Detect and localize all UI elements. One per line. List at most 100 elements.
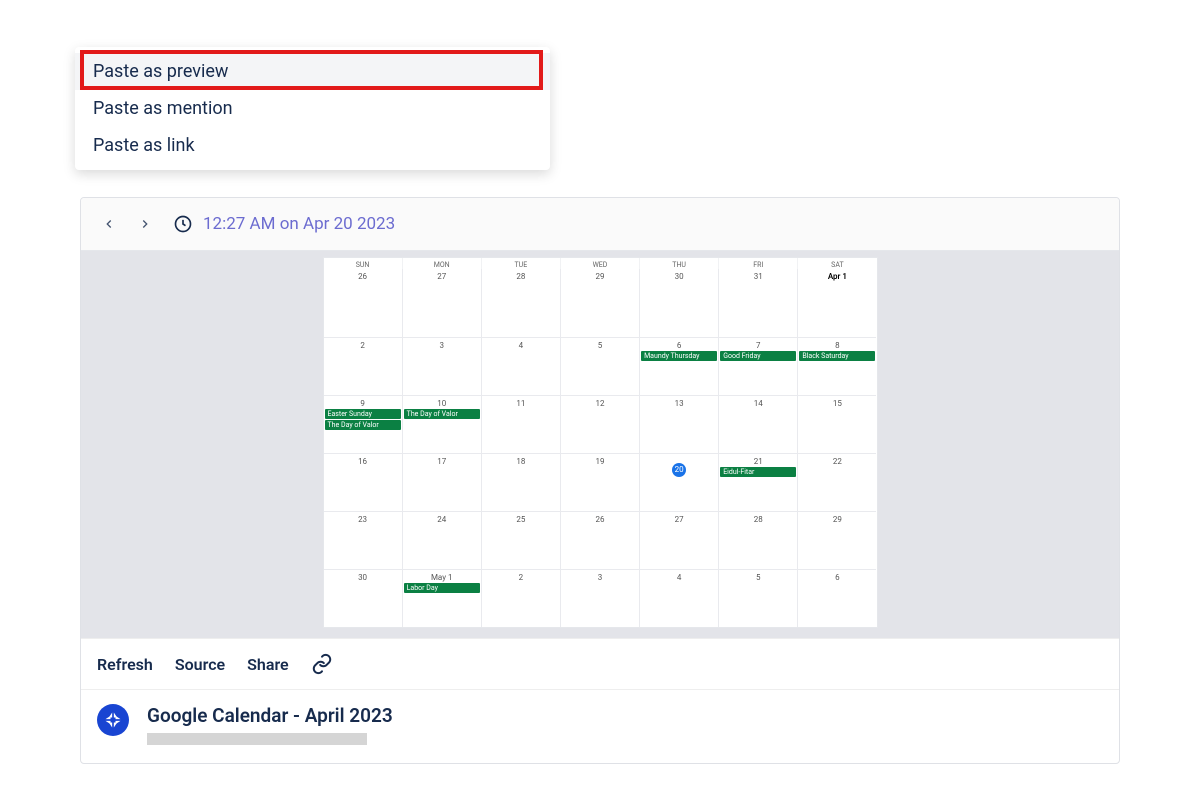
share-button[interactable]: Share [247, 655, 289, 674]
day-number: 7 [719, 341, 797, 350]
next-button[interactable] [131, 210, 159, 238]
chevron-left-icon [102, 217, 116, 231]
day-number: 25 [482, 515, 560, 524]
paste-as-preview[interactable]: Paste as preview [75, 53, 550, 90]
day-cell[interactable]: 23 [324, 511, 403, 569]
day-cell[interactable]: 27 [403, 269, 482, 337]
day-number: 5 [561, 341, 639, 350]
day-cell[interactable]: 4 [482, 337, 561, 395]
day-number: 11 [482, 399, 560, 408]
calendar-event[interactable]: Eidul-Fitar [720, 467, 796, 477]
calendar-event[interactable]: Easter Sunday [325, 409, 401, 419]
day-cell[interactable]: 29 [798, 511, 876, 569]
day-number: 14 [719, 399, 797, 408]
day-number: 30 [324, 573, 402, 582]
header-timestamp: 12:27 AM on Apr 20 2023 [203, 214, 395, 234]
source-button[interactable]: Source [175, 655, 225, 674]
copy-link-button[interactable] [311, 653, 333, 675]
day-cell[interactable]: May 1Labor Day [403, 569, 482, 627]
calendar-preview: SUNMONTUEWEDTHUFRISAT262728293031Apr 123… [81, 251, 1119, 638]
day-cell[interactable]: 5 [561, 337, 640, 395]
day-cell[interactable]: 20 [640, 453, 719, 511]
prev-button[interactable] [95, 210, 123, 238]
day-cell[interactable]: 28 [719, 511, 798, 569]
day-number: 27 [403, 272, 481, 281]
source-app-icon [97, 704, 129, 736]
day-cell[interactable]: 30 [324, 569, 403, 627]
clock-icon [173, 214, 193, 234]
day-cell[interactable]: 26 [324, 269, 403, 337]
day-cell[interactable]: 19 [561, 453, 640, 511]
day-cell[interactable]: 21Eidul-Fitar [719, 453, 798, 511]
calendar-event[interactable]: The Day of Valor [325, 420, 401, 430]
day-cell[interactable]: 9Easter SundayThe Day of Valor [324, 395, 403, 453]
day-number: 28 [719, 515, 797, 524]
dow-header: TUE [482, 258, 561, 269]
refresh-button[interactable]: Refresh [97, 655, 153, 674]
day-number: 23 [324, 515, 402, 524]
day-cell[interactable]: 27 [640, 511, 719, 569]
day-cell[interactable]: 18 [482, 453, 561, 511]
day-cell[interactable]: 26 [561, 511, 640, 569]
day-cell[interactable]: 24 [403, 511, 482, 569]
day-cell[interactable]: 17 [403, 453, 482, 511]
calendar-event[interactable]: The Day of Valor [404, 409, 480, 419]
day-cell[interactable]: 22 [798, 453, 876, 511]
calendar-grid: SUNMONTUEWEDTHUFRISAT262728293031Apr 123… [323, 257, 878, 628]
day-cell[interactable]: 3 [561, 569, 640, 627]
day-number: 10 [403, 399, 481, 408]
day-cell[interactable]: 6 [798, 569, 876, 627]
day-number: 15 [798, 399, 876, 408]
day-cell[interactable]: 6Maundy Thursday [640, 337, 719, 395]
day-number: 24 [403, 515, 481, 524]
dow-header: WED [561, 258, 640, 269]
day-cell[interactable]: 2 [324, 337, 403, 395]
link-icon [311, 653, 333, 675]
card-header: 12:27 AM on Apr 20 2023 [81, 198, 1119, 251]
card-footer: Google Calendar - April 2023 [81, 689, 1119, 763]
dow-header: THU [640, 258, 719, 269]
day-number: 6 [798, 573, 876, 582]
day-number: 3 [561, 573, 639, 582]
day-number: 9 [324, 399, 402, 408]
day-cell[interactable]: 14 [719, 395, 798, 453]
calendar-event[interactable]: Good Friday [720, 351, 796, 361]
day-cell[interactable]: 7Good Friday [719, 337, 798, 395]
day-number: 29 [561, 272, 639, 281]
day-number: 28 [482, 272, 560, 281]
day-cell[interactable]: 11 [482, 395, 561, 453]
day-number: 26 [561, 515, 639, 524]
dow-header: SAT [798, 258, 876, 269]
day-cell[interactable]: 29 [561, 269, 640, 337]
day-cell[interactable]: 4 [640, 569, 719, 627]
calendar-event[interactable]: Labor Day [404, 583, 480, 593]
day-number: May 1 [403, 573, 481, 582]
day-cell[interactable]: 5 [719, 569, 798, 627]
day-cell[interactable]: 16 [324, 453, 403, 511]
day-number: 30 [640, 272, 718, 281]
paste-as-link[interactable]: Paste as link [75, 127, 550, 164]
day-number: 18 [482, 457, 560, 466]
day-cell[interactable]: 2 [482, 569, 561, 627]
dow-header: SUN [324, 258, 403, 269]
day-cell[interactable]: 30 [640, 269, 719, 337]
day-cell[interactable]: 13 [640, 395, 719, 453]
day-cell[interactable]: 3 [403, 337, 482, 395]
day-cell[interactable]: 28 [482, 269, 561, 337]
calendar-event[interactable]: Black Saturday [799, 351, 875, 361]
calendar-event[interactable]: Maundy Thursday [641, 351, 717, 361]
day-cell[interactable]: Apr 1 [798, 269, 876, 337]
day-cell[interactable]: 8Black Saturday [798, 337, 876, 395]
day-number: Apr 1 [798, 272, 876, 281]
day-cell[interactable]: 31 [719, 269, 798, 337]
day-cell[interactable]: 10The Day of Valor [403, 395, 482, 453]
chevron-right-icon [138, 217, 152, 231]
day-number: 8 [798, 341, 876, 350]
day-number-today: 20 [672, 463, 686, 477]
paste-as-mention[interactable]: Paste as mention [75, 90, 550, 127]
day-cell[interactable]: 25 [482, 511, 561, 569]
day-number: 31 [719, 272, 797, 281]
day-cell[interactable]: 12 [561, 395, 640, 453]
paste-options-menu: Paste as preview Paste as mention Paste … [75, 47, 550, 170]
day-cell[interactable]: 15 [798, 395, 876, 453]
